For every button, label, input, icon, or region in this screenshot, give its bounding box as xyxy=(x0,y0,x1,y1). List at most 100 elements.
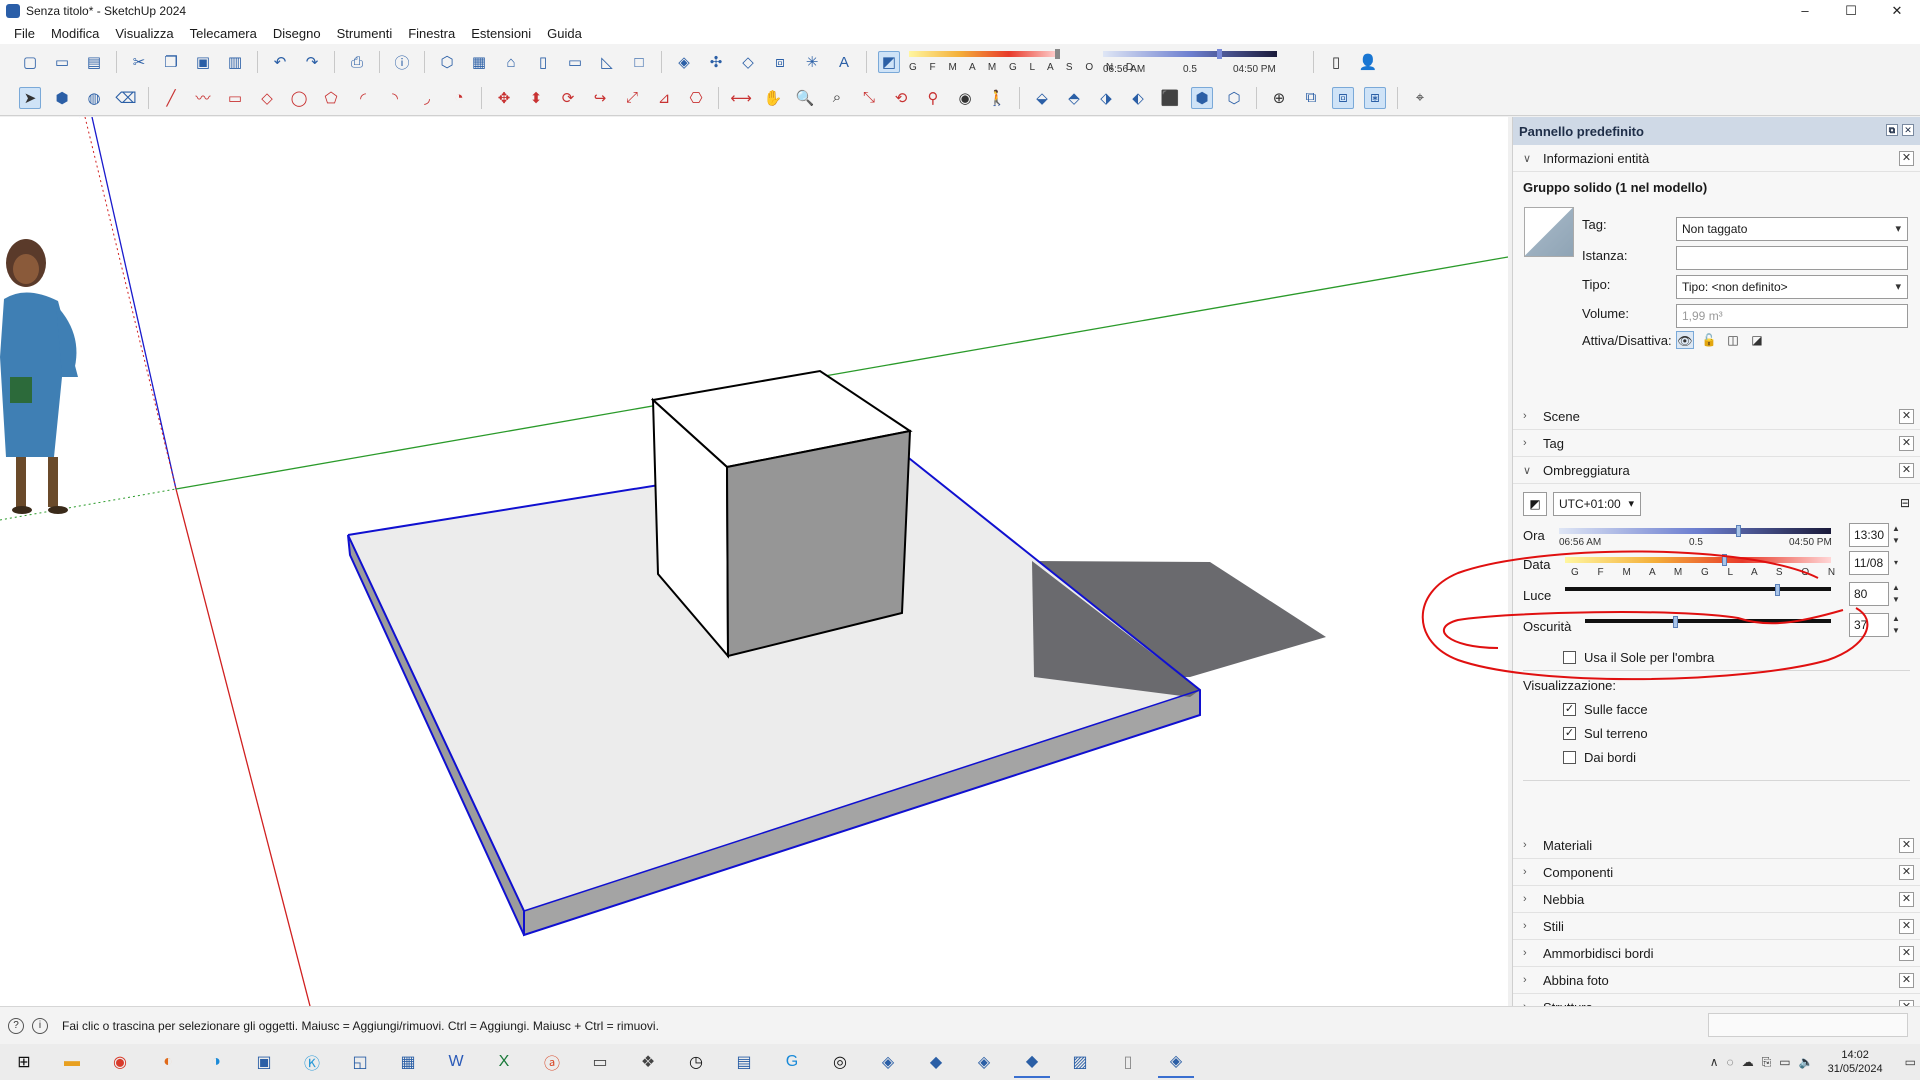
section-tag[interactable]: › Tag ✕ xyxy=(1513,430,1920,457)
on-ground-checkbox[interactable]: ✓ xyxy=(1563,727,1576,740)
close-icon[interactable]: ✕ xyxy=(1899,892,1914,907)
date-dropdown-icon[interactable]: ▾ xyxy=(1890,551,1902,575)
eraser-icon[interactable]: ⌫ xyxy=(115,87,137,109)
menu-visualizza[interactable]: Visualizza xyxy=(107,26,181,41)
display-section-icon[interactable]: ⧈ xyxy=(1332,86,1354,109)
use-sun-checkbox[interactable] xyxy=(1563,651,1576,664)
time-slider[interactable] xyxy=(1559,525,1831,537)
layout-page-icon[interactable]: ▯ xyxy=(1325,51,1347,73)
file-explorer-icon[interactable]: ▬ xyxy=(54,1046,90,1078)
top-view-icon[interactable]: ▦ xyxy=(468,51,490,73)
xray-icon[interactable]: ◈ xyxy=(673,51,695,73)
a-app-icon[interactable]: ⓐ xyxy=(534,1046,570,1078)
section-componenti[interactable]: › Componenti ✕ xyxy=(1513,859,1920,886)
hidden-line-icon[interactable]: ⬖ xyxy=(1127,87,1149,109)
pan-icon[interactable]: ✋ xyxy=(762,87,784,109)
wireframe-style-icon[interactable]: ⬗ xyxy=(1095,87,1117,109)
cast-shadows-icon[interactable]: ◪ xyxy=(1748,331,1766,349)
rectangle-icon[interactable]: ▭ xyxy=(224,87,246,109)
bird-app-icon[interactable]: ❖ xyxy=(630,1046,666,1078)
light-spinner-icon[interactable]: ▲ ▼ xyxy=(1890,582,1902,606)
menu-disegno[interactable]: Disegno xyxy=(265,26,329,41)
cut-icon[interactable]: ✂ xyxy=(128,51,150,73)
account-icon[interactable]: 👤 xyxy=(1357,51,1379,73)
close-icon[interactable]: ✕ xyxy=(1899,973,1914,988)
timezone-dropdown[interactable]: UTC+01:00 xyxy=(1553,492,1641,516)
sketchup-app-3-icon[interactable]: ◆ xyxy=(1014,1046,1050,1078)
arc-icon[interactable]: ◜ xyxy=(352,87,374,109)
rotated-rectangle-icon[interactable]: ◇ xyxy=(256,87,278,109)
zoom-window-icon[interactable]: ⌕ xyxy=(826,87,848,109)
close-icon[interactable]: ✕ xyxy=(1899,919,1914,934)
right-view-icon[interactable]: ▯ xyxy=(532,51,554,73)
flip-icon[interactable]: ⊿ xyxy=(653,87,675,109)
close-window-button[interactable]: ✕ xyxy=(1874,0,1920,22)
make-component-icon[interactable]: ⬢ xyxy=(51,87,73,109)
volume-icon[interactable]: 🔈 xyxy=(1799,1055,1814,1069)
shadows-toggle-icon[interactable]: ◩ xyxy=(878,51,900,73)
tag-dropdown[interactable]: Non taggato xyxy=(1676,217,1908,241)
save-icon[interactable]: ▤ xyxy=(83,51,105,73)
move-icon[interactable]: ✥ xyxy=(493,87,515,109)
section-entity-info[interactable]: ∨ Informazioni entità ✕ xyxy=(1513,145,1920,172)
type-dropdown[interactable]: Tipo: <non definito> xyxy=(1676,275,1908,299)
zoom-icon[interactable]: 🔍 xyxy=(794,87,816,109)
toolbar-time-slider[interactable]: 06:56 AM 0.5 04:50 PM xyxy=(1103,47,1303,77)
arc-3pt-icon[interactable]: ◞ xyxy=(416,87,438,109)
walk-icon[interactable]: 🚶 xyxy=(986,87,1008,109)
on-faces-checkbox[interactable]: ✓ xyxy=(1563,703,1576,716)
close-icon[interactable]: ✕ xyxy=(1899,151,1914,166)
info-status-icon[interactable]: i xyxy=(32,1017,48,1034)
photoshop-icon[interactable]: ▤ xyxy=(726,1046,762,1078)
camera-app-icon[interactable]: ◎ xyxy=(822,1046,858,1078)
back-edges-style-icon[interactable]: ⬘ xyxy=(1063,87,1085,109)
from-edges-row[interactable]: Dai bordi xyxy=(1563,750,1636,765)
menu-estensioni[interactable]: Estensioni xyxy=(463,26,539,41)
section-materiali[interactable]: › Materiali ✕ xyxy=(1513,832,1920,859)
sketchup-active-icon[interactable]: ◈ xyxy=(1158,1046,1194,1078)
on-faces-row[interactable]: ✓ Sulle facce xyxy=(1563,702,1648,717)
section-abbina-foto[interactable]: › Abbina foto ✕ xyxy=(1513,967,1920,994)
back-view-icon[interactable]: ▭ xyxy=(564,51,586,73)
geo-status-icon[interactable]: ? xyxy=(8,1017,24,1034)
sketchup-app-1-icon[interactable]: ◈ xyxy=(870,1046,906,1078)
undo-icon[interactable]: ↶ xyxy=(269,51,291,73)
xray-style-icon[interactable]: ⬙ xyxy=(1031,87,1053,109)
open-folder-icon[interactable]: ▭ xyxy=(51,51,73,73)
axes-icon[interactable]: ✳ xyxy=(801,51,823,73)
darkness-spinner-icon[interactable]: ▲ ▼ xyxy=(1890,613,1902,637)
material-swatch[interactable] xyxy=(1524,207,1574,257)
delete-icon[interactable]: ▥ xyxy=(224,51,246,73)
wireframe-icon[interactable]: ◇ xyxy=(737,51,759,73)
bottom-view-icon[interactable]: □ xyxy=(628,51,650,73)
lock-icon[interactable]: 🔓 xyxy=(1700,331,1718,349)
image-viewer-icon[interactable]: ▨ xyxy=(1062,1046,1098,1078)
menu-telecamera[interactable]: Telecamera xyxy=(182,26,265,41)
calculator-icon[interactable]: ▦ xyxy=(390,1046,426,1078)
receive-shadows-icon[interactable]: ◫ xyxy=(1724,331,1742,349)
display-app-icon[interactable]: ▭ xyxy=(582,1046,618,1078)
scale-icon[interactable]: ⤢ xyxy=(621,87,643,109)
left-view-icon[interactable]: ◺ xyxy=(596,51,618,73)
close-icon[interactable]: ✕ xyxy=(1899,463,1914,478)
close-icon[interactable]: ✕ xyxy=(1899,946,1914,961)
paste-icon[interactable]: ▣ xyxy=(192,51,214,73)
darkness-slider-knob[interactable] xyxy=(1673,616,1679,628)
system-clock[interactable]: 14:02 31/05/2024 xyxy=(1828,1048,1883,1076)
section-plane-icon[interactable]: ⧈ xyxy=(769,51,791,73)
firefox-icon[interactable]: ◐ xyxy=(150,1046,186,1078)
remote-app-icon[interactable]: ▣ xyxy=(246,1046,282,1078)
tape-measure-icon[interactable]: ⟷ xyxy=(730,87,752,109)
section-nebbia[interactable]: › Nebbia ✕ xyxy=(1513,886,1920,913)
instance-input[interactable] xyxy=(1676,246,1908,270)
notifications-icon[interactable]: ▭ xyxy=(1905,1055,1916,1069)
maximize-button[interactable]: ☐ xyxy=(1828,0,1874,22)
menu-finestra[interactable]: Finestra xyxy=(400,26,463,41)
close-icon[interactable]: ✕ xyxy=(1899,436,1914,451)
usb-icon[interactable]: ⎘ xyxy=(1762,1055,1772,1070)
close-icon[interactable]: ✕ xyxy=(1899,865,1914,880)
section-scene[interactable]: › Scene ✕ xyxy=(1513,403,1920,430)
section-ammorbidisci-bordi[interactable]: › Ammorbidisci bordi ✕ xyxy=(1513,940,1920,967)
front-view-icon[interactable]: ⌂ xyxy=(500,51,522,73)
light-slider[interactable] xyxy=(1565,584,1831,596)
